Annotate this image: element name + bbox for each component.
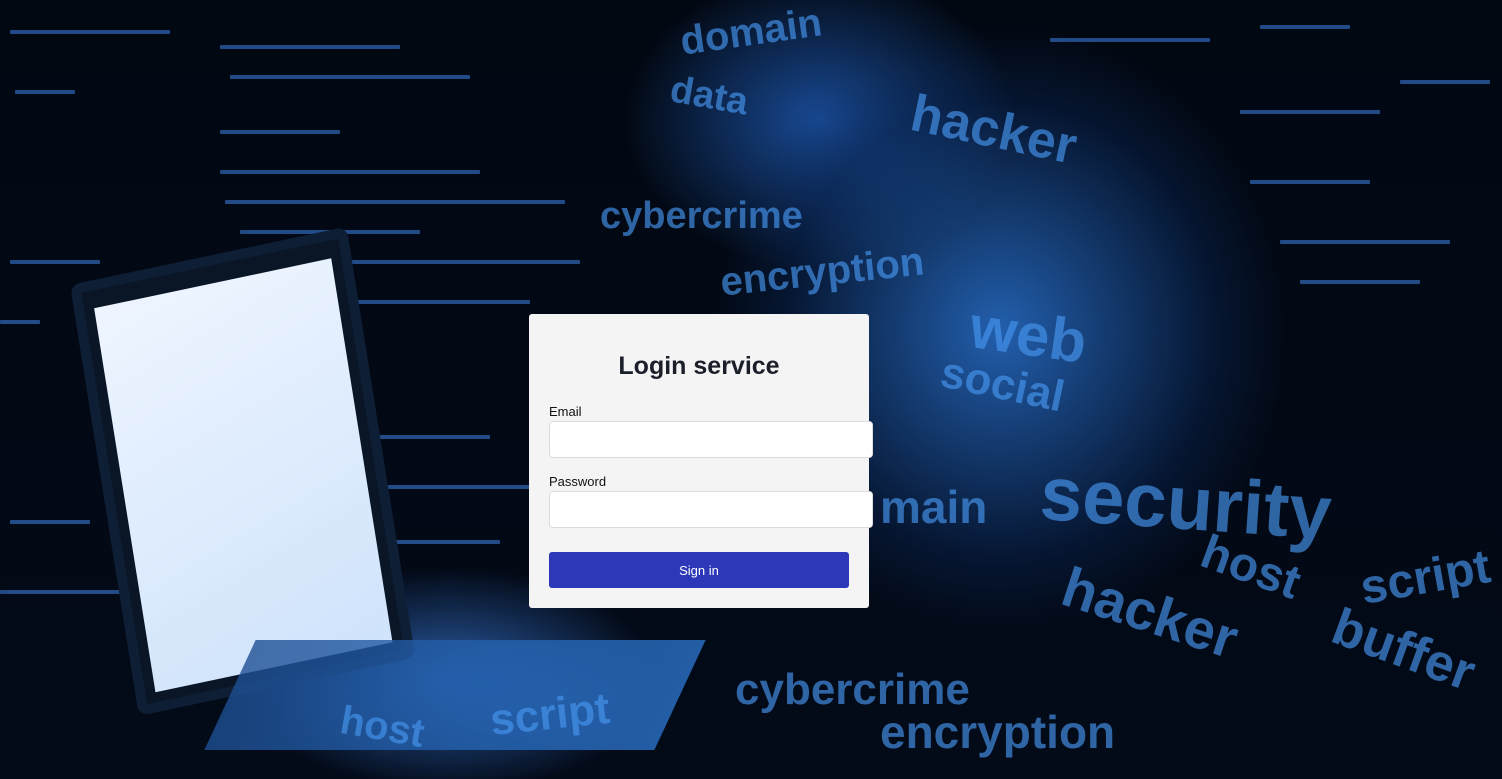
bg-word: main [880,481,988,533]
laptop-keyboard [204,640,706,750]
bg-word: cybercrime [600,195,803,237]
email-input[interactable] [549,421,873,458]
login-title: Login service [618,352,780,380]
bg-word: data [667,68,752,124]
bg-word: hacker [905,84,1082,176]
password-label: Password [549,474,607,489]
login-card: Login service Email Password Sign in [529,314,873,608]
bg-word: domain [677,0,825,64]
bg-word: buffer [1324,597,1483,703]
bg-word: script [1356,540,1495,615]
sign-in-button[interactable]: Sign in [549,552,849,588]
bg-word: encryption [880,706,1116,758]
bg-word: encryption [718,239,927,305]
password-input[interactable] [549,491,873,528]
email-label: Email [549,404,582,419]
bg-word: security [1037,450,1335,557]
